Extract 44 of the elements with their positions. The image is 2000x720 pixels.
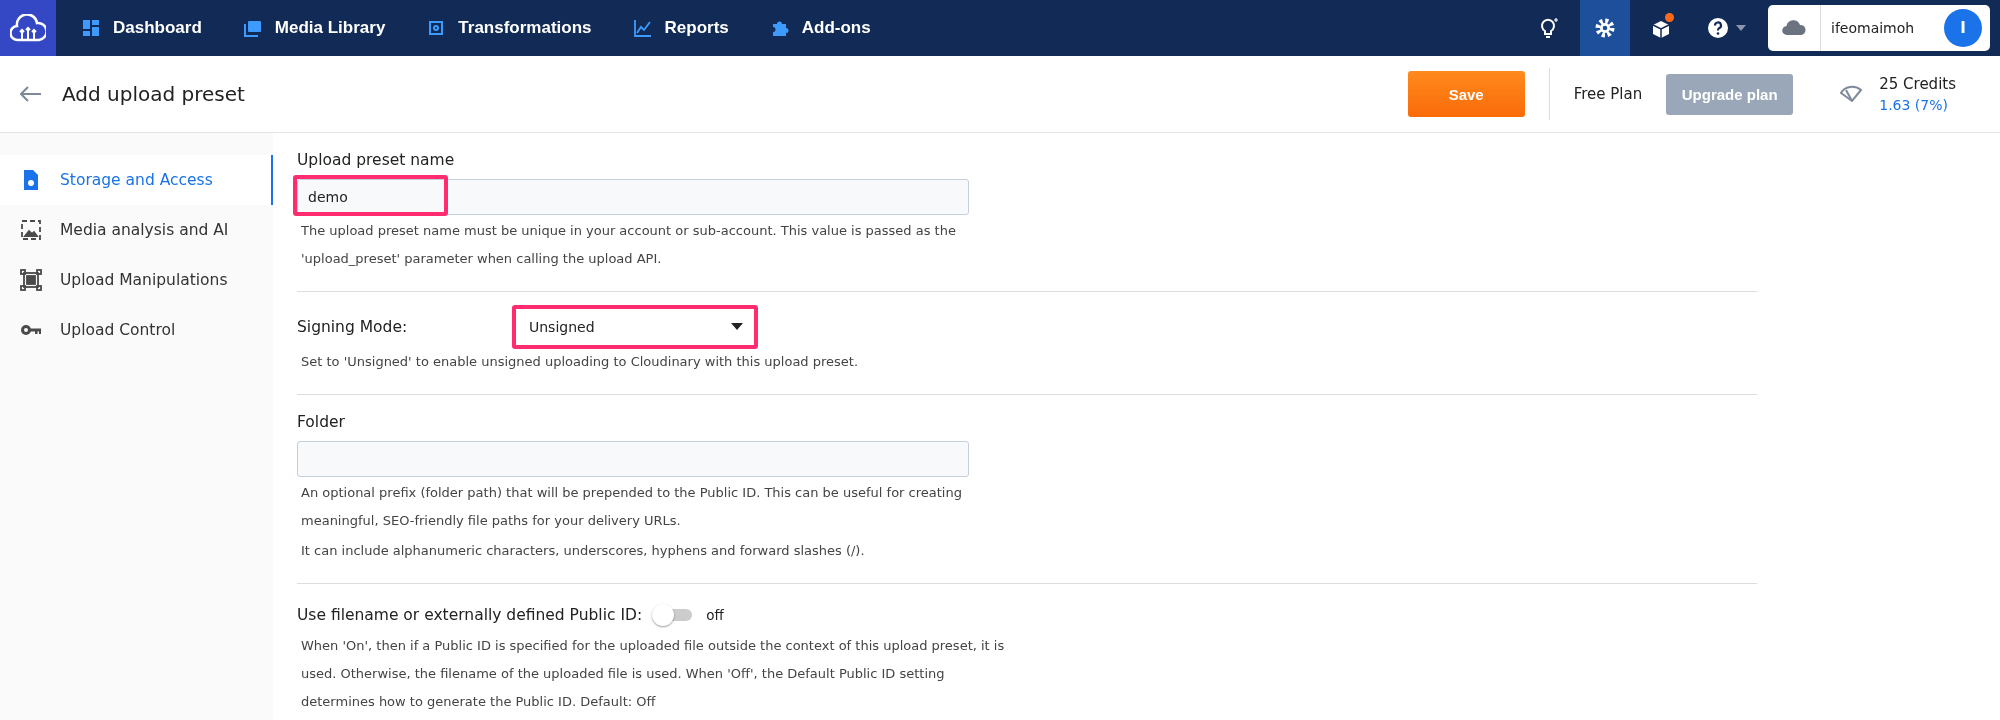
toggle-state: off <box>706 607 724 623</box>
caret-icon <box>731 323 743 331</box>
nav-link[interactable]: Add-ons <box>770 18 871 38</box>
cloud-logo-icon[interactable] <box>0 0 56 56</box>
field-label: Signing Mode: <box>297 318 409 336</box>
dashboard-grid-icon <box>82 19 100 37</box>
line-chart-icon <box>633 19 652 37</box>
cloud-icon <box>1782 20 1806 36</box>
settings-icon <box>1594 17 1616 39</box>
help-text: It can include alphanumeric characters, underscores, hyphens and forward slashes (/). <box>300 542 866 560</box>
help-text: An optional prefix (folder path) that will be prepended to the Public ID. This can be useful for creating meaningful, SEO-friendly file paths for your delivery URLs. <box>300 484 963 530</box>
nav-link[interactable]: Reports <box>633 18 729 38</box>
credits-label: 25 Credits <box>1879 75 1956 93</box>
image-icon <box>20 219 42 241</box>
nav-link[interactable]: Dashboard <box>82 18 202 38</box>
avatar-initial: I <box>1944 9 1982 47</box>
field-label: Use filename or externally defined Public ID: <box>297 606 643 624</box>
nav-link[interactable]: Transformations <box>427 18 592 38</box>
account-name: ifeomaimoh <box>1820 5 1944 51</box>
account-switcher[interactable]: ifeomaimoh I <box>1768 5 1990 51</box>
help-text: The upload preset name must be unique in your account or sub-account. This value is passed as the 'upload_preset' parameter when calling the upload API. <box>300 222 957 268</box>
frame-icon <box>20 269 42 291</box>
caret-icon <box>1735 24 1747 32</box>
sidebar-item[interactable]: Upload Manipulations <box>0 255 273 305</box>
help-text: Set to 'Unsigned' to enable unsigned uploading to Cloudinary with this upload preset. <box>300 353 860 371</box>
sidebar-item[interactable]: Media analysis and AI <box>0 205 273 255</box>
field-label: Upload preset name <box>297 151 456 169</box>
nav-link[interactable]: Media Library <box>243 18 386 38</box>
crop-frame-icon <box>427 19 446 37</box>
credits-usage-link[interactable]: 1.63 (7%) <box>1879 97 1956 113</box>
sidebar-item[interactable]: Upload Control <box>0 305 273 355</box>
settings-button[interactable] <box>1580 0 1630 56</box>
help-icon <box>1707 17 1729 39</box>
plan-label: Free Plan <box>1573 85 1643 103</box>
input-field[interactable]: demo <box>297 179 969 215</box>
gauge-icon <box>1839 84 1864 104</box>
input-field[interactable] <box>297 441 969 477</box>
sidebar-item[interactable]: Storage and Access <box>0 155 273 205</box>
images-icon <box>243 19 262 37</box>
field-label: Folder <box>297 413 346 431</box>
page-title: Add upload preset <box>62 82 245 106</box>
help-text: When 'On', then if a Public ID is specified for the uploaded file outside the context of this upload preset, it is used. Otherwise, the filename of the uploaded file is used. When 'Off', the Default Public ID setting determines how to generate the Public ID. Default: Off <box>300 637 1006 711</box>
back-arrow-icon[interactable] <box>20 86 42 102</box>
puzzle-icon <box>770 19 789 37</box>
